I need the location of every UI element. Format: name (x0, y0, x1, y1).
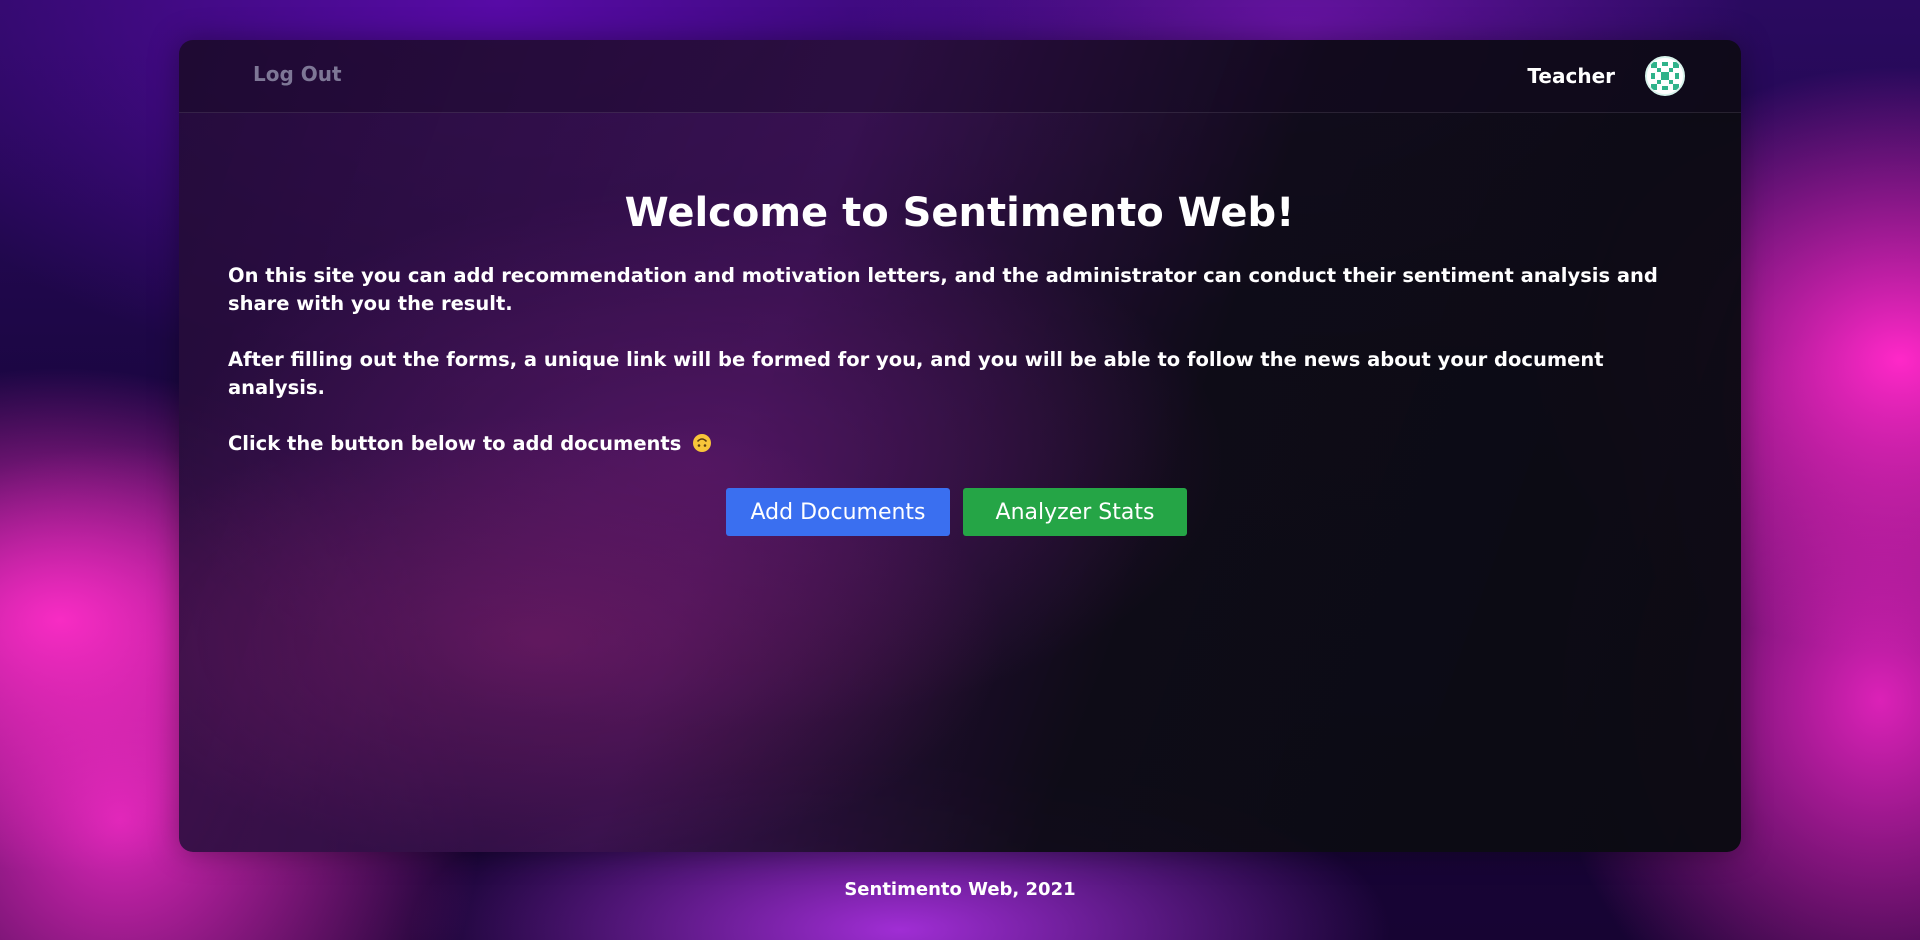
username-label: Teacher (1527, 64, 1615, 88)
add-documents-button[interactable]: Add Documents (726, 488, 950, 536)
welcome-section: Welcome to Sentimento Web! On this site … (228, 190, 1661, 458)
identicon-avatar-icon[interactable] (1645, 56, 1685, 96)
logout-link[interactable]: Log Out (253, 62, 342, 86)
instruction-text: Click the button below to add documents (228, 432, 682, 455)
main-panel: Log Out Teacher Welcome to Sentimento We… (179, 40, 1741, 852)
action-buttons: Add Documents Analyzer Stats (726, 488, 1187, 536)
page-title: Welcome to Sentimento Web! (624, 190, 1295, 236)
top-navbar: Log Out Teacher (179, 40, 1741, 113)
intro-paragraph: On this site you can add recommendation … (228, 264, 1658, 315)
info-paragraph: After filling out the forms, a unique li… (228, 348, 1604, 399)
footer-text: Sentimento Web, 2021 (844, 879, 1076, 900)
instruction-paragraph: Click the button below to add documents (228, 430, 1661, 458)
analyzer-stats-button[interactable]: Analyzer Stats (963, 488, 1187, 536)
upside-down-face-emoji-icon (692, 433, 712, 453)
